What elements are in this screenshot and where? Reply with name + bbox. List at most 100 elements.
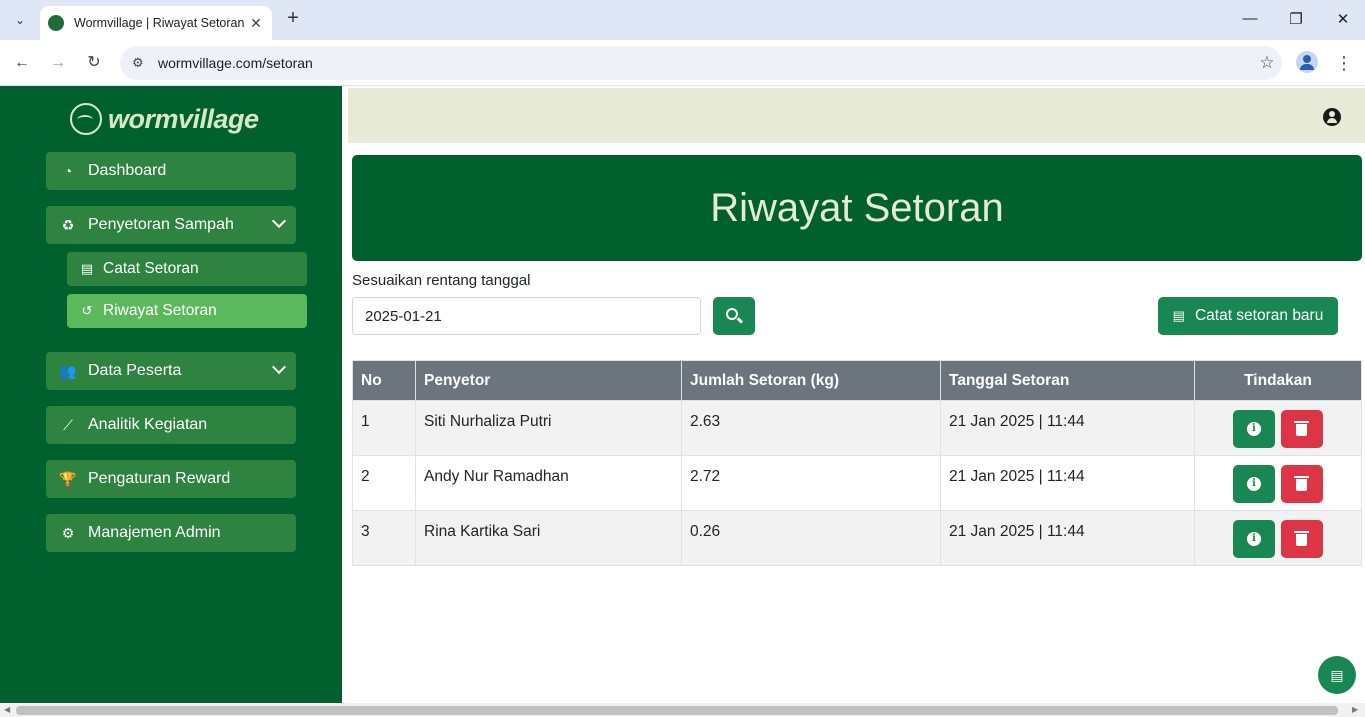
sidebar-item-data-peserta[interactable]: 👥 Data Peserta: [46, 352, 296, 390]
scrollbar-thumb[interactable]: [16, 706, 1338, 715]
logo[interactable]: wormvillage: [70, 102, 259, 136]
sidebar-item-label: Dashboard: [88, 162, 167, 179]
sidebar-item-label: Data Peserta: [88, 362, 182, 379]
tab-search-chevron-icon[interactable]: ⌄: [8, 8, 32, 32]
gauge-icon: ◔: [63, 163, 73, 179]
chevron-down-icon: [271, 213, 287, 229]
user-gear-icon: ⚙: [61, 524, 75, 541]
table-header-row: No Penyetor Jumlah Setoran (kg) Tanggal …: [352, 360, 1362, 401]
delete-button[interactable]: [1281, 520, 1324, 558]
horizontal-scrollbar[interactable]: ◀ ▶: [0, 703, 1365, 717]
column-header-tanggal[interactable]: Tanggal Setoran: [940, 360, 1195, 401]
new-deposit-button-label: Catat setoran baru: [1194, 307, 1324, 324]
browser-tab[interactable]: Wormvillage | Riwayat Setoran ✕: [40, 6, 272, 40]
recycle-icon: ♻: [61, 216, 75, 233]
sidebar-item-manajemen-admin[interactable]: ⚙ Manajemen Admin: [46, 514, 296, 552]
cell-name: Andy Nur Ramadhan: [415, 455, 682, 511]
scroll-right-arrow-icon[interactable]: ▶: [1352, 705, 1358, 714]
cell-actions: i: [1194, 510, 1362, 566]
column-header-no[interactable]: No: [352, 360, 416, 401]
sidebar-subitem-catat-setoran[interactable]: ▤ Catat Setoran: [67, 252, 307, 286]
new-deposit-button[interactable]: ▤ Catat setoran baru: [1158, 297, 1338, 335]
cell-date: 21 Jan 2025 | 11:44: [940, 455, 1195, 511]
date-input[interactable]: [352, 297, 701, 335]
profile-avatar-icon[interactable]: [1296, 51, 1318, 73]
detail-button[interactable]: i: [1232, 465, 1275, 503]
sidebar-item-label: Penyetoran Sampah: [88, 216, 234, 233]
clipboard-icon: ▤: [1330, 666, 1344, 683]
table-row: 3 Rina Kartika Sari 0.26 21 Jan 2025 | 1…: [352, 510, 1362, 566]
url-text[interactable]: wormvillage.com/setoran: [158, 55, 1252, 71]
favicon-icon: [48, 15, 64, 31]
logo-mark-icon: [70, 103, 102, 135]
cell-date: 21 Jan 2025 | 11:44: [940, 510, 1195, 566]
users-icon: 👥: [59, 362, 77, 379]
search-icon: [726, 308, 738, 320]
clipboard-icon: ▤: [80, 261, 94, 276]
scroll-left-arrow-icon[interactable]: ◀: [4, 705, 10, 714]
sidebar-item-analitik-kegiatan[interactable]: ⟋ Analitik Kegiatan: [46, 406, 296, 444]
sidebar-item-pengaturan-reward[interactable]: 🏆 Pengaturan Reward: [46, 460, 296, 498]
delete-button[interactable]: [1281, 465, 1324, 503]
chart-line-icon: ⟋: [63, 416, 73, 433]
cell-no: 1: [352, 400, 416, 456]
sidebar-item-label: Analitik Kegiatan: [88, 416, 208, 433]
detail-button[interactable]: i: [1232, 410, 1275, 448]
delete-button[interactable]: [1281, 410, 1324, 448]
table-row: 1 Siti Nurhaliza Putri 2.63 21 Jan 2025 …: [352, 400, 1362, 456]
address-bar-row: ← → ↻ ⚙ wormvillage.com/setoran ☆ ⋮: [0, 40, 1365, 86]
cell-amount: 2.72: [681, 455, 941, 511]
bookmark-star-icon[interactable]: ☆: [1252, 53, 1282, 73]
site-settings-icon[interactable]: ⚙: [132, 55, 150, 71]
restore-icon[interactable]: ❐: [1286, 10, 1306, 28]
trash-icon: [1296, 534, 1308, 546]
minimize-icon[interactable]: —: [1240, 10, 1260, 27]
forward-arrow-icon[interactable]: →: [47, 52, 69, 74]
cell-name: Rina Kartika Sari: [415, 510, 682, 566]
reload-icon[interactable]: ↻: [83, 52, 105, 74]
user-circle-icon[interactable]: [1323, 108, 1341, 126]
date-range-label: Sesuaikan rentang tanggal: [352, 272, 531, 289]
window-close-icon[interactable]: ✕: [1333, 10, 1353, 28]
cell-amount: 2.63: [681, 400, 941, 456]
info-icon: i: [1246, 532, 1261, 546]
cell-date: 21 Jan 2025 | 11:44: [940, 400, 1195, 456]
column-header-penyetor[interactable]: Penyetor: [415, 360, 682, 401]
column-header-tindakan: Tindakan: [1194, 360, 1362, 401]
sidebar-item-dashboard[interactable]: ◔ Dashboard: [46, 152, 296, 190]
sidebar-item-label: Pengaturan Reward: [88, 470, 231, 487]
sidebar-item-label: Catat Setoran: [103, 260, 199, 277]
table-row: 2 Andy Nur Ramadhan 2.72 21 Jan 2025 | 1…: [352, 455, 1362, 511]
cell-no: 3: [352, 510, 416, 566]
sidebar-item-label: Riwayat Setoran: [103, 302, 217, 319]
back-arrow-icon[interactable]: ←: [11, 52, 33, 74]
deposit-history-table: No Penyetor Jumlah Setoran (kg) Tanggal …: [352, 360, 1362, 566]
sidebar-subitem-riwayat-setoran[interactable]: ↺ Riwayat Setoran: [67, 294, 307, 328]
omnibox[interactable]: ⚙ wormvillage.com/setoran ☆: [120, 46, 1282, 80]
history-icon: ↺: [81, 303, 93, 318]
cell-no: 2: [352, 455, 416, 511]
search-button[interactable]: [713, 297, 755, 335]
cell-amount: 0.26: [681, 510, 941, 566]
info-icon: i: [1246, 477, 1261, 491]
floating-clipboard-button[interactable]: ▤: [1318, 656, 1356, 694]
browser-tab-bar: ⌄ Wormvillage | Riwayat Setoran ✕ + — ❐ …: [0, 0, 1365, 40]
chevron-down-icon: [271, 359, 287, 375]
trophy-icon: 🏆: [59, 470, 77, 487]
tab-close-icon[interactable]: ✕: [248, 15, 264, 32]
cell-actions: i: [1194, 400, 1362, 456]
tab-title: Wormvillage | Riwayat Setoran: [74, 16, 245, 30]
top-bar: [348, 88, 1365, 143]
trash-icon: [1296, 479, 1308, 491]
info-icon: i: [1246, 422, 1261, 436]
detail-button[interactable]: i: [1232, 520, 1275, 558]
browser-menu-icon[interactable]: ⋮: [1334, 52, 1354, 74]
cell-actions: i: [1194, 455, 1362, 511]
sidebar-item-label: Manajemen Admin: [88, 524, 221, 541]
new-tab-plus-icon[interactable]: +: [282, 8, 304, 30]
trash-icon: [1296, 424, 1308, 436]
page-title: Riwayat Setoran: [710, 185, 1004, 230]
clipboard-icon: ▤: [1172, 308, 1185, 323]
column-header-jumlah[interactable]: Jumlah Setoran (kg): [681, 360, 941, 401]
sidebar-item-penyetoran-sampah[interactable]: ♻ Penyetoran Sampah: [46, 206, 296, 244]
